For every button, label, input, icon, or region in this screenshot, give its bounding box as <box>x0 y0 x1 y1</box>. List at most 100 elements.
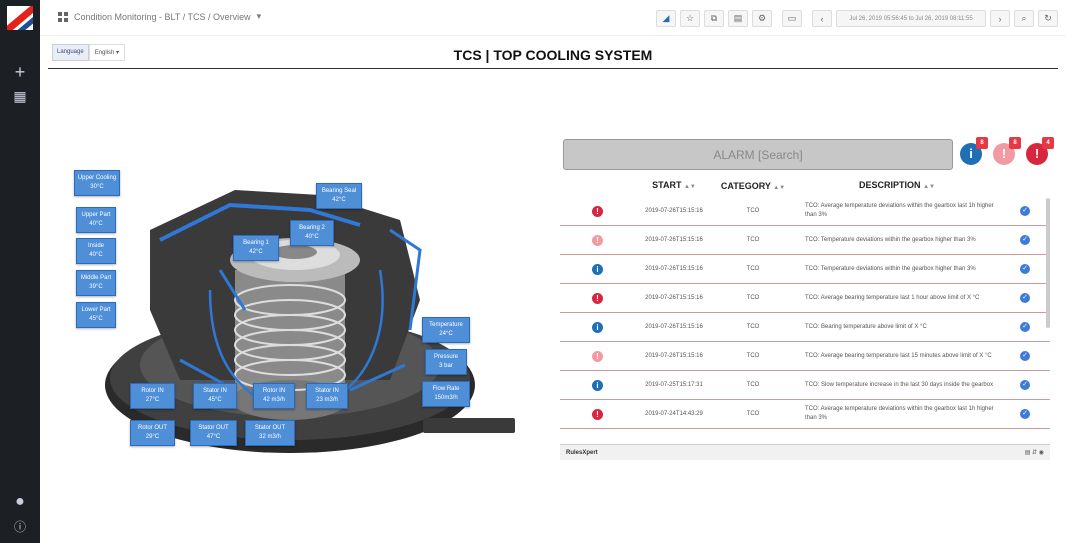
settings-gear-icon[interactable]: ⚙ <box>752 10 772 27</box>
alarm-description: TCO: Bearing temperature above limit of … <box>805 323 927 330</box>
sensor-bearing-2[interactable]: Bearing 2 40°C <box>290 220 334 246</box>
sensor-stator-in[interactable]: Stator IN 45°C <box>193 383 237 409</box>
sensor-bearing-1[interactable]: Bearing 1 42°C <box>233 235 279 261</box>
zoom-out-button[interactable]: ⌕ <box>1014 10 1034 27</box>
sensor-value: 23 m3/h <box>316 397 338 403</box>
acknowledge-check-icon[interactable]: ✓ <box>1020 322 1030 332</box>
sensor-inside[interactable]: Inside 40°C <box>76 238 116 264</box>
alarm-row[interactable]: i 2019-07-26T15:15:16 TCO TCO: Temperature … <box>560 255 1050 284</box>
alarm-row[interactable]: ! 2019-07-24T14:43:29 TCO TCO: Average temp… <box>560 400 1050 429</box>
sensor-bearing-seal[interactable]: Bearing Seal 42°C <box>316 183 362 209</box>
sensor-upper-cooling[interactable]: Upper Cooling 30°C <box>74 170 120 196</box>
severity-warning-icon: ! <box>592 234 603 246</box>
breadcrumb[interactable]: Condition Monitoring - BLT / TCS / Overv… <box>58 11 261 22</box>
acknowledge-check-icon[interactable]: ✓ <box>1020 235 1030 245</box>
column-category[interactable]: CATEGORY ▲▼ <box>713 181 793 191</box>
toolbar: ◢ ☆ ⧉ ▤ ⚙ ▭ ‹ Jul 26, 2019 05:56:45 to J… <box>656 10 1058 27</box>
alarm-row[interactable]: i 2019-07-25T15:17:31 TCO TCO: Slow tempera… <box>560 371 1050 400</box>
sensor-pressure[interactable]: Pressure 3 bar <box>425 349 467 375</box>
time-forward-button[interactable]: › <box>990 10 1010 27</box>
user-avatar-icon[interactable]: ● <box>0 493 40 511</box>
sensor-stator-in-flow[interactable]: Stator IN 23 m3/h <box>306 383 348 409</box>
sensor-name: Inside <box>87 243 104 249</box>
time-range-picker[interactable]: Jul 26, 2019 05:56:45 to Jul 26, 2019 08… <box>836 10 986 27</box>
acknowledge-check-icon[interactable]: ✓ <box>1020 380 1030 390</box>
sort-icon[interactable]: ▲▼ <box>923 184 935 190</box>
alarm-start: 2019-07-26T15:15:16 <box>645 353 703 359</box>
title-divider <box>48 68 1058 69</box>
table-scrollbar[interactable] <box>1046 198 1050 328</box>
export-icon[interactable]: ▤ <box>1025 450 1031 456</box>
acknowledge-check-icon[interactable]: ✓ <box>1020 206 1030 216</box>
sensor-name: Stator IN <box>203 388 227 394</box>
copy-button[interactable]: ⧉ <box>704 10 724 27</box>
sensor-rotor-in-flow[interactable]: Rotor IN 42 m3/h <box>253 383 295 409</box>
refresh-button[interactable]: ↻ <box>1038 10 1058 27</box>
alarm-description: TCO: Slow temperature increase in the la… <box>805 381 994 388</box>
sensor-rotor-out[interactable]: Rotor OUT 29°C <box>130 420 175 446</box>
sensor-value: 30°C <box>90 184 104 190</box>
alarm-description: TCO: Temperature deviations within the g… <box>805 265 976 272</box>
sensor-value: 42°C <box>332 197 346 203</box>
time-back-button[interactable]: ‹ <box>812 10 832 27</box>
share-button[interactable]: ◢ <box>656 10 676 27</box>
acknowledge-check-icon[interactable]: ✓ <box>1020 293 1030 303</box>
alarm-start: 2019-07-24T14:43:29 <box>645 411 703 417</box>
alarm-row[interactable]: i 2019-07-26T15:15:16 TCO TCO: Bearing temp… <box>560 313 1050 342</box>
alarm-start: 2019-07-26T15:15:16 <box>645 324 703 330</box>
footer-label: RulesXpert <box>566 449 598 456</box>
severity-warning-icon: ! <box>592 350 603 362</box>
severity-error-icon: ! <box>592 205 603 217</box>
alarm-description: TCO: Average temperature deviations with… <box>805 406 994 421</box>
alarm-row[interactable]: ! 2019-07-26T15:15:16 TCO TCO: Average bear… <box>560 284 1050 313</box>
column-start[interactable]: START ▲▼ <box>635 181 713 191</box>
acknowledge-check-icon[interactable]: ✓ <box>1020 351 1030 361</box>
alarm-row[interactable]: ! 2019-07-26T15:15:16 TCO TCO: Average temp… <box>560 197 1050 226</box>
sensor-rotor-in[interactable]: Rotor IN 27°C <box>130 383 175 409</box>
sensor-flow-rate[interactable]: Flow Rate 150m3/h <box>422 381 470 407</box>
acknowledge-check-icon[interactable]: ✓ <box>1020 409 1030 419</box>
alarm-row[interactable]: ! 2019-07-26T15:15:16 TCO TCO: Average bear… <box>560 342 1050 371</box>
info-alarm-badge[interactable]: i8 <box>960 137 988 165</box>
alarm-row[interactable]: ! 2019-07-26T15:15:16 TCO TCO: Temperature … <box>560 226 1050 255</box>
sidebar: + ▦ ● ⓘ <box>0 0 40 543</box>
star-icon[interactable]: ☆ <box>680 10 700 27</box>
sensor-middle-part[interactable]: Middle Part 39°C <box>76 270 116 296</box>
sensor-value: 27°C <box>145 397 160 403</box>
acknowledge-check-icon[interactable]: ✓ <box>1020 264 1030 274</box>
sensor-value: 45°C <box>208 397 222 403</box>
help-icon[interactable]: ⓘ <box>0 518 40 535</box>
alarm-search-input[interactable]: ALARM [Search] <box>563 139 953 170</box>
badge-count: 4 <box>1042 137 1054 149</box>
sensor-value: 42°C <box>249 249 263 255</box>
plus-icon[interactable]: + <box>0 62 40 83</box>
alarm-description: TCO: Average temperature deviations with… <box>805 203 994 218</box>
column-description[interactable]: DESCRIPTION ▲▼ <box>793 180 1001 192</box>
sensor-temperature[interactable]: Temperature 24°C <box>422 317 470 343</box>
alarm-start: 2019-07-26T15:15:16 <box>645 266 703 272</box>
dashboard-grid-icon <box>58 11 68 22</box>
breadcrumb-text[interactable]: Condition Monitoring - BLT / TCS / Overv… <box>74 12 251 22</box>
footer-actions: ▤ ⇵ ◉ <box>1025 449 1044 456</box>
view-icon[interactable]: ◉ <box>1039 450 1044 456</box>
sensor-stator-out[interactable]: Stator OUT 47°C <box>190 420 237 446</box>
warning-alarm-badge[interactable]: ! 8 <box>993 137 1021 165</box>
sensor-lower-part[interactable]: Lower Part 45°C <box>76 302 116 328</box>
sort-icon[interactable]: ▲▼ <box>684 184 696 190</box>
save-button[interactable]: ▤ <box>728 10 748 27</box>
sensor-name: Temperature <box>429 322 463 328</box>
dashboards-icon[interactable]: ▦ <box>0 88 40 105</box>
error-alarm-badge[interactable]: ! 4 <box>1026 137 1054 165</box>
tv-mode-button[interactable]: ▭ <box>782 10 802 27</box>
filter-icon[interactable]: ⇵ <box>1032 450 1037 456</box>
alarm-category: TCO <box>746 295 760 301</box>
sensor-name: Middle Part <box>80 275 112 281</box>
brand-logo[interactable] <box>7 6 33 30</box>
sort-icon[interactable]: ▲▼ <box>773 185 785 191</box>
sensor-name: Stator OUT <box>254 425 286 431</box>
sensor-stator-out-flow[interactable]: Stator OUT 32 m3/h <box>245 420 295 446</box>
alarm-category: TCO <box>746 208 760 214</box>
sensor-upper-part[interactable]: Upper Part 40°C <box>76 207 116 233</box>
alarm-category: TCO <box>746 411 760 417</box>
sensor-name: Stator OUT <box>198 425 229 431</box>
